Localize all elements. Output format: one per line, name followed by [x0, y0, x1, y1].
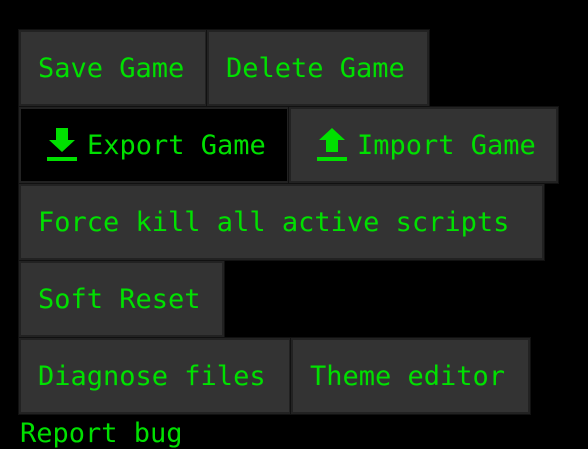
diagnose-files-button[interactable]: Diagnose files: [18, 337, 292, 415]
force-kill-label: Force kill all active scripts: [38, 206, 510, 238]
soft-reset-label: Soft Reset: [38, 283, 201, 315]
upload-icon: [317, 128, 347, 162]
export-game-button[interactable]: Export Game: [18, 106, 290, 184]
soft-reset-button[interactable]: Soft Reset: [18, 260, 225, 338]
delete-game-button[interactable]: Delete Game: [206, 29, 430, 107]
theme-editor-button[interactable]: Theme editor: [290, 337, 531, 415]
save-game-label: Save Game: [38, 52, 185, 84]
import-game-button[interactable]: Import Game: [288, 106, 559, 184]
import-game-label: Import Game: [357, 129, 536, 161]
theme-editor-label: Theme editor: [310, 360, 506, 392]
delete-game-label: Delete Game: [226, 52, 405, 84]
diagnose-files-label: Diagnose files: [38, 360, 266, 392]
force-kill-scripts-button[interactable]: Force kill all active scripts: [18, 183, 545, 261]
export-game-label: Export Game: [87, 129, 266, 161]
save-game-button[interactable]: Save Game: [18, 29, 208, 107]
download-icon: [47, 128, 77, 162]
report-bug-link[interactable]: Report bug: [20, 420, 183, 447]
